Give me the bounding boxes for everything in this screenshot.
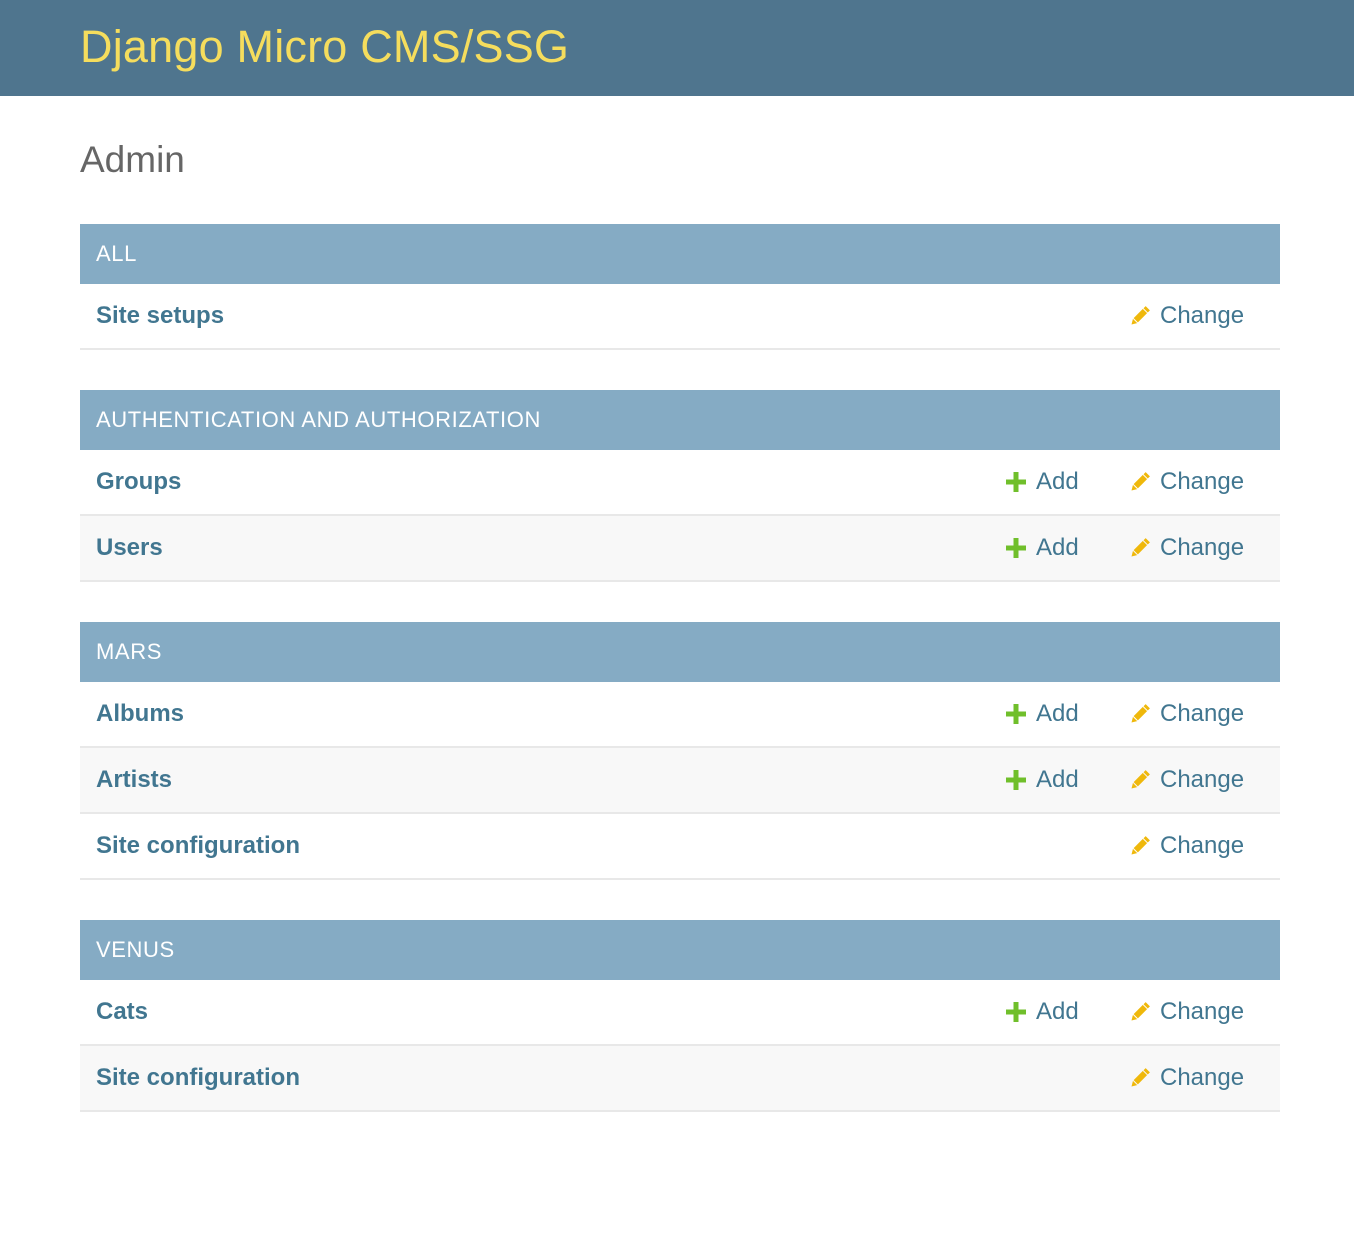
pencil-icon (1128, 1000, 1152, 1024)
plus-icon (1004, 1000, 1028, 1024)
module-authentication-and-authorization: Authentication and Authorization Groups Ad… (80, 390, 1280, 582)
model-row-artists: Artists Add Change (80, 748, 1280, 814)
change-link[interactable]: Change (1128, 700, 1244, 728)
add-link[interactable]: Add (1004, 468, 1079, 496)
model-row-groups: Groups Add Change (80, 450, 1280, 516)
page-title: Admin (80, 139, 185, 180)
add-link[interactable]: Add (1004, 998, 1079, 1026)
change-label: Change (1160, 998, 1245, 1025)
pencil-icon (1128, 768, 1152, 792)
pencil-icon (1128, 304, 1152, 328)
change-link[interactable]: Change (1128, 766, 1244, 794)
site-header: Django Micro CMS/SSG (0, 0, 1354, 96)
module-venus: Venus Cats Add Change Site configuration Chan… (80, 920, 1280, 1112)
change-link[interactable]: Change (1128, 534, 1244, 562)
main-content: Admin All Site setups Change Authentication… (0, 96, 1280, 1112)
change-link[interactable]: Change (1128, 302, 1244, 330)
change-link[interactable]: Change (1128, 998, 1244, 1026)
add-label: Add (1036, 766, 1079, 793)
pencil-icon (1128, 702, 1152, 726)
change-label: Change (1160, 302, 1245, 329)
model-link[interactable]: Cats (96, 998, 148, 1026)
model-link[interactable]: Groups (96, 468, 181, 496)
app-list: All Site setups Change Authentication and A… (80, 224, 1280, 1112)
model-link[interactable]: Site configuration (96, 832, 300, 860)
module-caption[interactable]: All (80, 224, 1280, 284)
add-label: Add (1036, 468, 1079, 495)
model-row-users: Users Add Change (80, 516, 1280, 582)
model-row-site-configuration: Site configuration Change (80, 814, 1280, 880)
model-link[interactable]: Site setups (96, 302, 224, 330)
plus-icon (1004, 536, 1028, 560)
model-link[interactable]: Albums (96, 700, 184, 728)
add-label: Add (1036, 534, 1079, 561)
plus-icon (1004, 702, 1028, 726)
module-caption[interactable]: Mars (80, 622, 1280, 682)
add-label: Add (1036, 700, 1079, 727)
plus-icon (1004, 470, 1028, 494)
pencil-icon (1128, 536, 1152, 560)
model-row-site-setups: Site setups Change (80, 284, 1280, 350)
module-mars: Mars Albums Add Change Artists Add Change Site … (80, 622, 1280, 880)
add-link[interactable]: Add (1004, 766, 1079, 794)
change-label: Change (1160, 766, 1245, 793)
add-link[interactable]: Add (1004, 534, 1079, 562)
add-link[interactable]: Add (1004, 700, 1079, 728)
change-label: Change (1160, 1064, 1245, 1091)
plus-icon (1004, 768, 1028, 792)
model-link[interactable]: Artists (96, 766, 172, 794)
model-link[interactable]: Users (96, 534, 163, 562)
change-label: Change (1160, 468, 1245, 495)
pencil-icon (1128, 1066, 1152, 1090)
pencil-icon (1128, 470, 1152, 494)
model-link[interactable]: Site configuration (96, 1064, 300, 1092)
site-name-link[interactable]: Django Micro CMS/SSG (80, 21, 569, 73)
model-row-cats: Cats Add Change (80, 980, 1280, 1046)
change-label: Change (1160, 534, 1245, 561)
model-row-site-configuration: Site configuration Change (80, 1046, 1280, 1112)
module-caption[interactable]: Authentication and Authorization (80, 390, 1280, 450)
pencil-icon (1128, 834, 1152, 858)
change-label: Change (1160, 832, 1245, 859)
change-link[interactable]: Change (1128, 832, 1244, 860)
change-link[interactable]: Change (1128, 468, 1244, 496)
module-caption[interactable]: Venus (80, 920, 1280, 980)
model-row-albums: Albums Add Change (80, 682, 1280, 748)
add-label: Add (1036, 998, 1079, 1025)
module-all: All Site setups Change (80, 224, 1280, 350)
change-label: Change (1160, 700, 1245, 727)
change-link[interactable]: Change (1128, 1064, 1244, 1092)
